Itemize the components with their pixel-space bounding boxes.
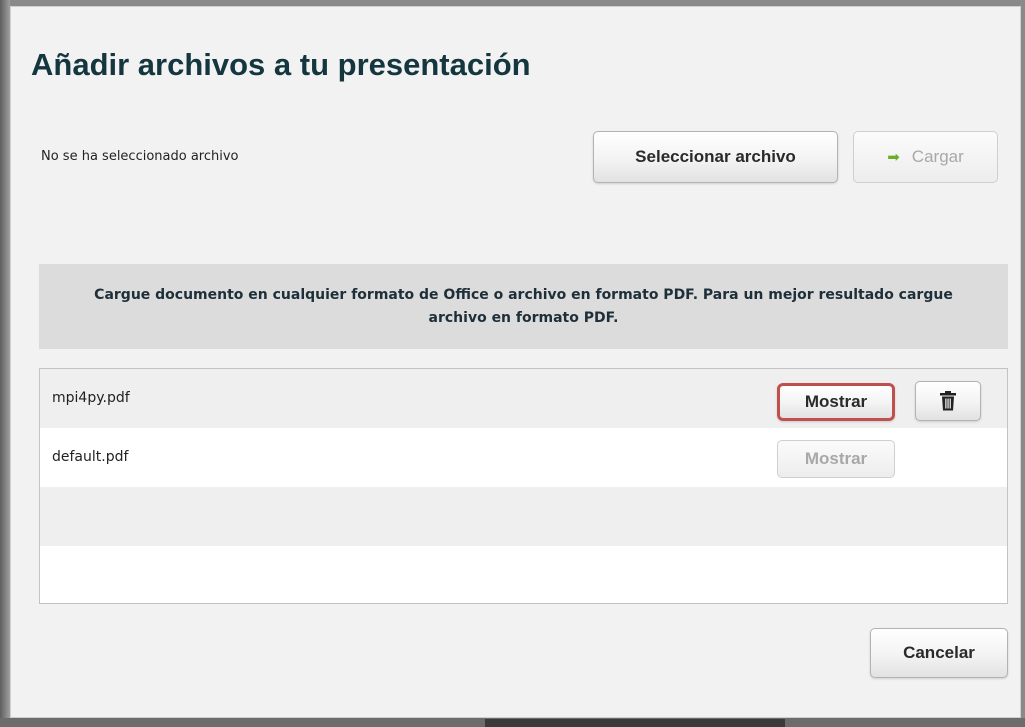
file-name: default.pdf [52, 449, 129, 465]
arrow-right-icon: ➡ [887, 149, 900, 166]
cancel-button[interactable]: Cancelar [870, 628, 1008, 678]
show-file-button[interactable]: Mostrar [777, 383, 895, 421]
show-label: Mostrar [804, 449, 868, 468]
file-status-text: No se ha seleccionado archivo [41, 149, 239, 164]
delete-file-button[interactable] [915, 381, 981, 421]
cancel-label: Cancelar [903, 643, 975, 662]
file-row: mpi4py.pdf Mostrar [40, 369, 1007, 428]
show-label: Mostrar [804, 392, 868, 411]
show-file-button[interactable]: Mostrar [777, 440, 895, 478]
backdrop-bar [485, 719, 785, 727]
file-name: mpi4py.pdf [52, 390, 130, 406]
select-file-label: Seleccionar archivo [635, 147, 796, 166]
trash-icon [940, 391, 956, 411]
info-message: Cargue documento en cualquier formato de… [39, 264, 1008, 349]
info-text: Cargue documento en cualquier formato de… [94, 286, 953, 326]
upload-label: Cargar [911, 147, 964, 166]
select-file-button[interactable]: Seleccionar archivo [593, 131, 838, 183]
empty-row [40, 546, 1007, 603]
dialog-title: Añadir archivos a tu presentación [31, 47, 531, 82]
add-files-dialog: Añadir archivos a tu presentación No se … [10, 6, 1021, 718]
upload-button[interactable]: ➡ Cargar [853, 131, 998, 183]
empty-row [40, 487, 1007, 546]
file-row: default.pdf Mostrar [40, 428, 1007, 487]
backdrop [0, 0, 10, 727]
file-list: mpi4py.pdf Mostrar default.pdf Mostrar [39, 368, 1008, 604]
